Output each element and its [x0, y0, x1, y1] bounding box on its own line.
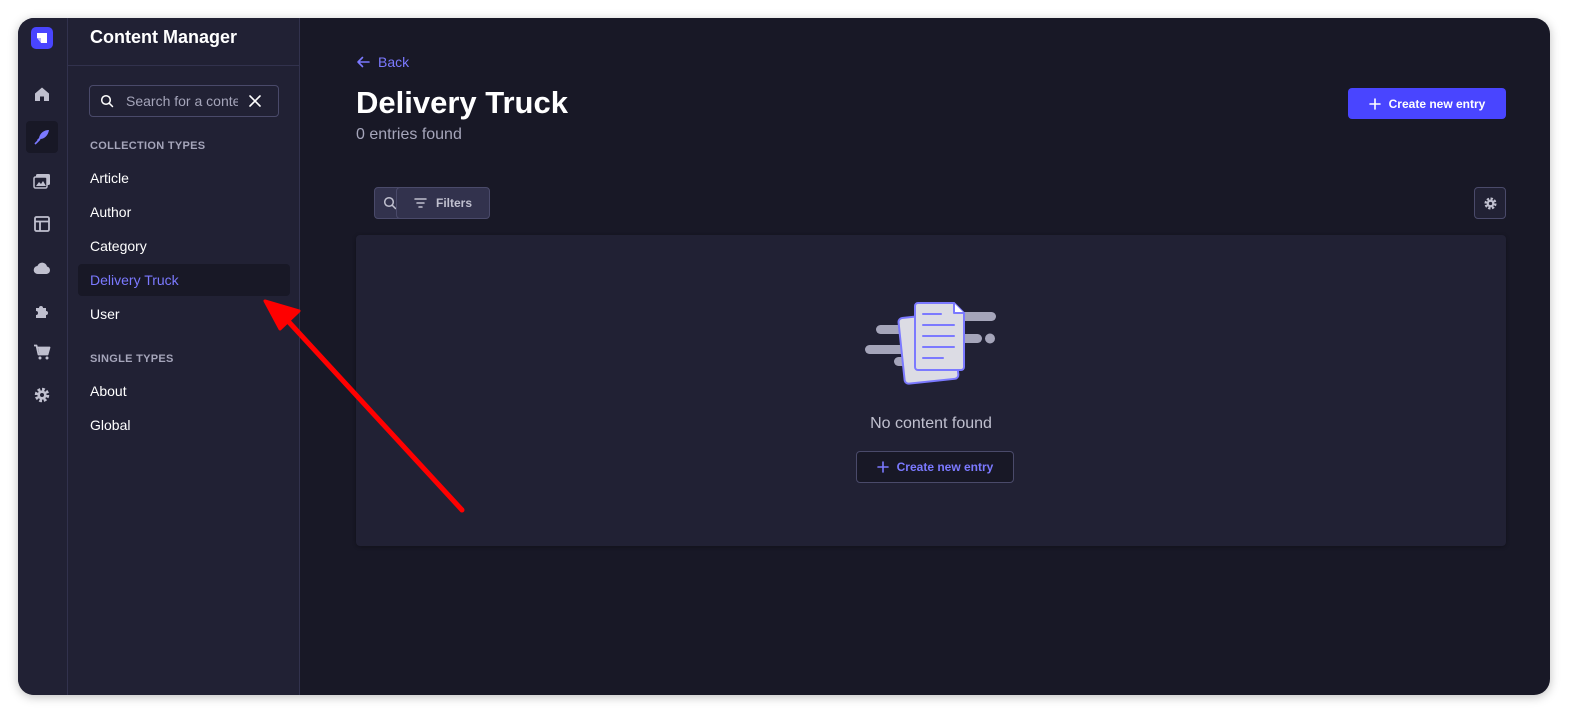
entries-count: 0 entries found: [356, 126, 462, 143]
create-new-entry-empty-button[interactable]: Create new entry: [856, 451, 1014, 483]
strapi-logo[interactable]: [31, 27, 53, 49]
sidebar-item-article[interactable]: Article: [78, 162, 290, 194]
app-window: Content Manager COLLECTION TYPES Article…: [18, 18, 1550, 695]
content-type-sidebar: Content Manager COLLECTION TYPES Article…: [68, 18, 300, 695]
arrow-left-icon: [357, 56, 370, 68]
create-new-entry-empty-label: Create new entry: [896, 460, 994, 474]
empty-state-message: No content found: [870, 415, 992, 432]
create-new-entry-label: Create new entry: [1388, 96, 1486, 111]
plus-icon: [1368, 97, 1381, 110]
back-link[interactable]: Back: [356, 54, 409, 70]
page-title: Delivery Truck: [356, 85, 568, 120]
collection-types-heading: COLLECTION TYPES: [90, 140, 206, 152]
sidebar-item-author[interactable]: Author: [78, 196, 290, 228]
filters-label: Filters: [435, 196, 472, 210]
create-new-entry-button[interactable]: Create new entry: [1348, 88, 1506, 119]
single-types-heading: SINGLE TYPES: [90, 353, 174, 365]
media-library-icon[interactable]: [26, 165, 58, 197]
empty-state-panel: No content found Create new entry: [356, 235, 1506, 546]
content-type-search: [89, 85, 279, 117]
sidebar-title: Content Manager: [90, 27, 238, 47]
sidebar-item-user[interactable]: User: [78, 298, 290, 330]
gear-icon: [1483, 196, 1497, 210]
divider: [68, 65, 299, 66]
home-icon[interactable]: [26, 78, 58, 110]
cart-icon[interactable]: [26, 336, 58, 368]
main-content: Back Delivery Truck 0 entries found Crea…: [300, 18, 1550, 695]
feather-icon[interactable]: [26, 121, 58, 153]
gear-icon[interactable]: [26, 379, 58, 411]
filter-icon: [414, 198, 427, 208]
search-icon: [100, 94, 114, 108]
layout-icon[interactable]: [26, 208, 58, 240]
sidebar-item-global[interactable]: Global: [78, 409, 290, 441]
sidebar-item-category[interactable]: Category: [78, 230, 290, 262]
close-icon[interactable]: [248, 94, 262, 108]
search-input[interactable]: [126, 92, 238, 110]
sidebar-item-about[interactable]: About: [78, 375, 290, 407]
puzzle-icon[interactable]: [26, 295, 58, 327]
search-icon: [383, 196, 397, 210]
filters-button[interactable]: Filters: [396, 187, 490, 219]
sidebar-item-delivery-truck[interactable]: Delivery Truck: [78, 264, 290, 296]
cloud-icon[interactable]: [26, 252, 58, 284]
list-settings-button[interactable]: [1474, 187, 1506, 219]
documents-illustration-icon: [865, 302, 996, 385]
plus-icon: [876, 461, 889, 473]
back-label: Back: [378, 54, 410, 70]
main-nav-rail: [18, 18, 68, 695]
